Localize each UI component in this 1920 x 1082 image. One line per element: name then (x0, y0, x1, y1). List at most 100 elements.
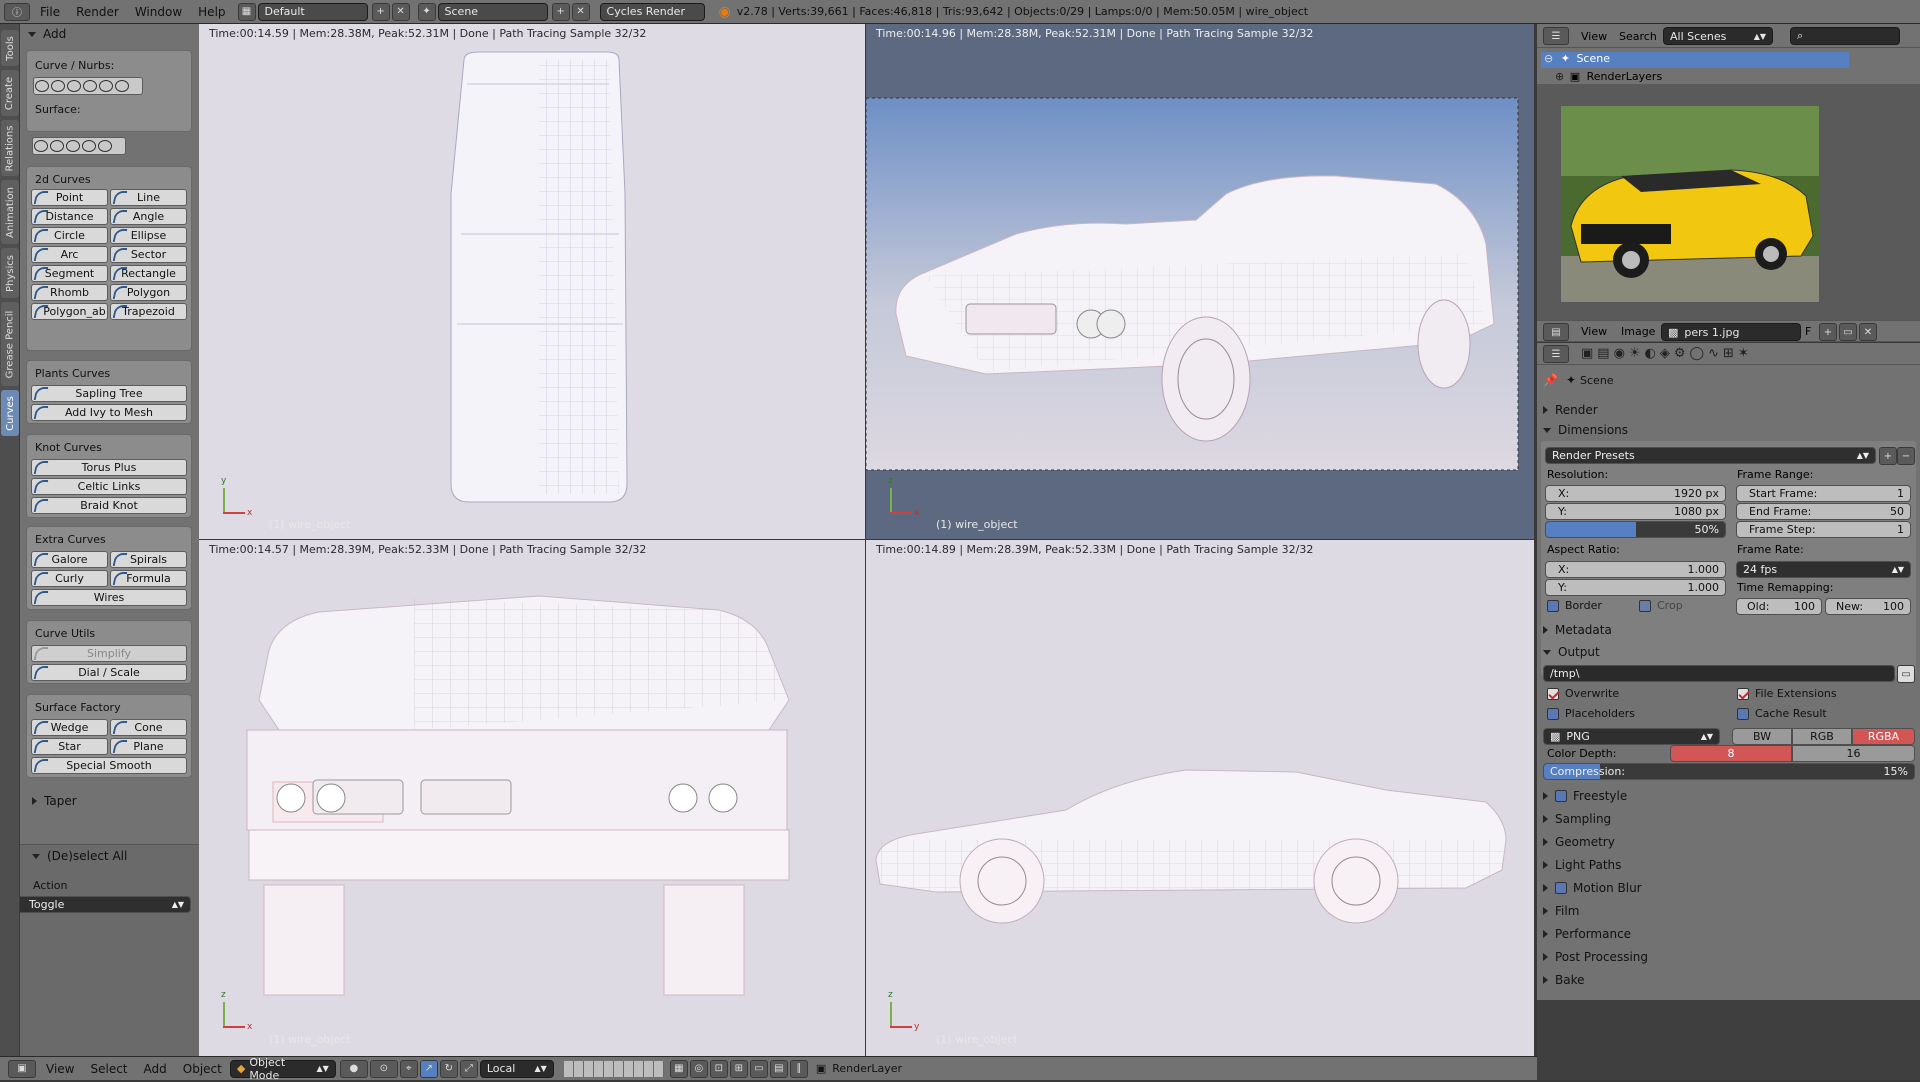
viewport-top[interactable]: Time:00:14.59 | Mem:28.38M, Peak:52.31M … (199, 24, 865, 539)
reference-car-photo[interactable] (1561, 106, 1819, 302)
bake-panel[interactable]: Bake (1543, 973, 1585, 987)
render-engine-select[interactable]: Cycles Render (599, 2, 705, 21)
file-format-select[interactable]: ▩ PNG ▲▼ (1543, 728, 1720, 745)
add-panel-header[interactable]: Add (20, 24, 199, 44)
bottom-select-menu[interactable]: Select (82, 1062, 135, 1076)
plane-button[interactable]: Plane (110, 738, 187, 755)
rectangle-button[interactable]: Rectangle (110, 265, 187, 282)
color-depth-8[interactable]: 8 (1670, 745, 1792, 762)
sapling-tree-button[interactable]: Sapling Tree (31, 385, 187, 402)
border-checkbox[interactable]: Border (1547, 599, 1602, 612)
tab-create[interactable]: Create (1, 70, 19, 116)
output-path-field[interactable]: /tmp\ (1543, 665, 1895, 682)
output-panel[interactable]: Output (1543, 645, 1600, 659)
start-frame-field[interactable]: Start Frame: 1 (1736, 485, 1911, 502)
outliner-view-menu[interactable]: View (1581, 30, 1607, 43)
galore-button[interactable]: Galore (31, 551, 108, 568)
angle-button[interactable]: Angle (110, 208, 187, 225)
file-extensions-checkbox[interactable]: File Extensions (1737, 687, 1837, 700)
screen-layout-select[interactable]: Default (257, 2, 368, 21)
render-panel[interactable]: Render (1543, 403, 1598, 417)
tab-relations[interactable]: Relations (1, 120, 19, 176)
trapezoid-button[interactable]: Trapezoid (110, 303, 187, 320)
frame-step-field[interactable]: Frame Step: 1 (1736, 521, 1911, 538)
scene-select[interactable]: Scene (437, 2, 548, 21)
resolution-x-field[interactable]: X: 1920 px (1545, 485, 1726, 502)
circle-button[interactable]: Circle (31, 227, 108, 244)
polygon-ab-button[interactable]: Polygon_ab (31, 303, 108, 320)
info-editor-icon[interactable]: ⓘ (4, 2, 30, 21)
add-layout-icon[interactable]: + (371, 2, 390, 21)
post-processing-panel[interactable]: Post Processing (1543, 950, 1648, 964)
interaction-mode-select[interactable]: ◆ Object Mode ▲▼ (229, 1056, 336, 1082)
resolution-percentage-slider[interactable]: 50% (1545, 521, 1726, 538)
add-preset-icon[interactable]: + (1879, 447, 1897, 465)
image-editor-icon[interactable]: ▤ (1543, 323, 1569, 341)
pin-icon[interactable]: 📌 (1543, 373, 1558, 387)
remove-preset-icon[interactable]: − (1897, 447, 1915, 465)
tab-physics[interactable]: Physics (1, 248, 19, 298)
menu-file[interactable]: File (32, 5, 68, 19)
simplify-button[interactable]: Simplify (31, 645, 187, 662)
wires-button[interactable]: Wires (31, 589, 187, 606)
snap-icon[interactable]: ⊡ (709, 1059, 728, 1078)
image-view-menu[interactable]: View (1581, 325, 1607, 338)
arc-button[interactable]: Arc (31, 246, 108, 263)
distance-button[interactable]: Distance (31, 208, 108, 225)
scale-manipulator-icon[interactable]: ⤢ (459, 1059, 478, 1078)
remove-layout-icon[interactable]: ✕ (391, 2, 410, 21)
bottom-object-menu[interactable]: Object (175, 1062, 230, 1076)
cone-button[interactable]: Cone (110, 719, 187, 736)
freestyle-panel[interactable]: Freestyle (1543, 789, 1627, 803)
light-paths-panel[interactable]: Light Paths (1543, 858, 1621, 872)
placeholders-checkbox[interactable]: Placeholders (1547, 707, 1635, 720)
geometry-panel[interactable]: Geometry (1543, 835, 1615, 849)
taper-panel-header[interactable]: Taper (32, 794, 77, 808)
image-select[interactable]: ▩ pers 1.jpg (1661, 323, 1801, 341)
manipulator-toggle-icon[interactable]: ⌖ (399, 1059, 418, 1078)
properties-context-tabs-icon[interactable]: ▣▤◉☀◐◈⚙◯∿⊞✶ (1581, 346, 1753, 361)
outliner-search-input[interactable]: ⌕ (1790, 27, 1900, 45)
menu-help[interactable]: Help (190, 5, 233, 19)
rotate-manipulator-icon[interactable]: ↻ (439, 1059, 458, 1078)
compression-slider[interactable]: Compression: 15% (1543, 763, 1915, 780)
3d-view-editor-icon[interactable]: ▣ (8, 1059, 36, 1078)
rhomb-button[interactable]: Rhomb (31, 284, 108, 301)
polygon-button[interactable]: Polygon (110, 284, 187, 301)
formula-button[interactable]: Formula (110, 570, 187, 587)
aspect-x-field[interactable]: X: 1.000 (1545, 561, 1726, 578)
time-remap-old-field[interactable]: Old: 100 (1736, 598, 1822, 615)
sector-button[interactable]: Sector (110, 246, 187, 263)
cache-result-checkbox[interactable]: Cache Result (1737, 707, 1827, 720)
outliner-scene-filter[interactable]: All Scenes ▲▼ (1663, 27, 1773, 45)
pivot-point-icon[interactable]: ⊙ (369, 1059, 398, 1078)
crop-checkbox[interactable]: Crop (1639, 599, 1683, 612)
file-browser-icon[interactable]: ▭ (1897, 665, 1915, 683)
add-scene-icon[interactable]: + (551, 2, 570, 21)
surface-icons[interactable] (32, 137, 126, 155)
ellipse-button[interactable]: Ellipse (110, 227, 187, 244)
menu-render[interactable]: Render (68, 5, 127, 19)
render-presets-select[interactable]: Render Presets ▲▼ (1545, 447, 1876, 464)
tab-curves[interactable]: Curves (1, 390, 19, 436)
performance-panel[interactable]: Performance (1543, 927, 1631, 941)
outliner-editor-icon[interactable]: ☰ (1543, 27, 1569, 45)
action-select[interactable]: Toggle ▲▼ (20, 896, 191, 913)
remove-scene-icon[interactable]: ✕ (571, 2, 590, 21)
open-image-icon[interactable]: ▭ (1839, 323, 1857, 341)
color-mode-rgba[interactable]: RGBA (1852, 728, 1915, 745)
menu-window[interactable]: Window (127, 5, 190, 19)
metadata-panel[interactable]: Metadata (1543, 623, 1612, 637)
film-panel[interactable]: Film (1543, 904, 1579, 918)
expand-icon[interactable]: ⊕ (1555, 70, 1564, 83)
proportional-edit-icon[interactable]: ◎ (689, 1059, 708, 1078)
new-image-icon[interactable]: + (1819, 323, 1837, 341)
dimensions-panel[interactable]: Dimensions (1543, 423, 1628, 437)
viewport-shading-icon[interactable]: ● (339, 1059, 368, 1078)
tab-animation[interactable]: Animation (1, 180, 19, 244)
dial-scale-button[interactable]: Dial / Scale (31, 664, 187, 681)
celtic-links-button[interactable]: Celtic Links (31, 478, 187, 495)
color-depth-16[interactable]: 16 (1792, 745, 1915, 762)
time-remap-new-field[interactable]: New: 100 (1825, 598, 1911, 615)
frame-rate-select[interactable]: 24 fps ▲▼ (1736, 561, 1911, 578)
